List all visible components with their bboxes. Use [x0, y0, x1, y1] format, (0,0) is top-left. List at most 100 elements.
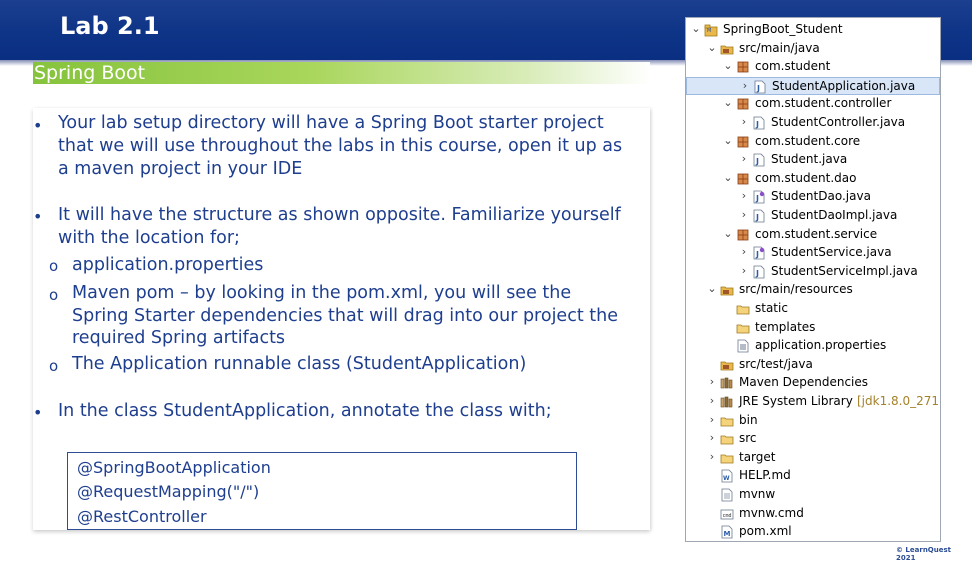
tree-row[interactable]: › Maven Dependencies — [686, 374, 940, 392]
tree-row[interactable]: ⌄ com.student.service — [686, 226, 940, 244]
tree-row[interactable]: W HELP.md — [686, 467, 940, 485]
tree-row[interactable]: mvnw — [686, 486, 940, 504]
tree-row-label: com.student — [755, 59, 831, 74]
chevron-right-icon[interactable]: › — [706, 413, 718, 426]
tree-row[interactable]: › target — [686, 449, 940, 467]
tree-row[interactable]: src/test/java — [686, 356, 940, 374]
chevron-right-icon[interactable]: › — [738, 189, 750, 202]
tree-row[interactable]: templates — [686, 319, 940, 337]
tree-row-label: com.student.service — [755, 226, 878, 241]
cmd-file-icon: cmd — [720, 507, 734, 521]
tree-row-label: StudentController.java — [771, 115, 906, 129]
tree-row-label: target — [739, 449, 776, 464]
tree-row[interactable]: › J StudentServiceImpl.java — [686, 263, 940, 281]
sub-bullet-marker: o — [49, 357, 59, 375]
tree-row[interactable]: ⌄ src/main/java — [686, 40, 940, 58]
tree-row[interactable]: › J StudentApplication.java — [686, 76, 940, 95]
code-line: @RestController — [77, 507, 207, 526]
library-icon — [720, 395, 734, 409]
tree-row[interactable]: ⌄ com.student.controller — [686, 95, 940, 113]
tree-row-label: src/main/resources — [739, 282, 853, 297]
library-icon — [720, 376, 734, 390]
svg-text:J: J — [755, 194, 759, 203]
chevron-right-icon[interactable]: › — [738, 208, 750, 221]
annotation-code-box: @SpringBootApplication @RequestMapping("… — [67, 452, 577, 530]
tree-row-label: src/main/java — [739, 40, 820, 55]
chevron-right-icon[interactable]: › — [739, 79, 751, 92]
tree-row[interactable]: cmd mvnw.cmd — [686, 505, 940, 523]
tree-row[interactable]: › J StudentController.java — [686, 114, 940, 132]
tree-row[interactable]: › src — [686, 430, 940, 448]
tree-row[interactable]: › J StudentService.java — [686, 244, 940, 262]
sub-bullet-marker: o — [49, 286, 59, 304]
tree-row-label: StudentApplication.java — [772, 78, 916, 93]
folder-icon — [720, 432, 734, 446]
chevron-right-icon[interactable]: › — [706, 431, 718, 444]
chevron-down-icon[interactable]: ⌄ — [722, 96, 734, 109]
tree-row[interactable]: › JRE System Library [jdk1.8.0_271] — [686, 393, 940, 411]
tree-row-label: Student.java — [771, 152, 848, 167]
tree-row-label: StudentServiceImpl.java — [771, 263, 918, 278]
bullet-2-line-2: with the location for; — [58, 228, 240, 248]
tree-row[interactable]: Mpom.xml — [686, 523, 940, 541]
tree-row-label: com.student.core — [755, 133, 861, 148]
tree-row[interactable]: ⌄ M SpringBoot_Student — [686, 21, 940, 39]
chevron-down-icon[interactable]: ⌄ — [722, 227, 734, 240]
package-icon — [736, 97, 750, 111]
sub-bullet-1: application.properties — [72, 255, 264, 275]
tree-row[interactable]: ⌄ com.student.dao — [686, 170, 940, 188]
chevron-right-icon[interactable]: › — [738, 264, 750, 277]
tree-row[interactable]: application.properties — [686, 337, 940, 355]
project-explorer-tree[interactable]: ⌄ M SpringBoot_Student ⌄ src/main/java ⌄ com.s… — [685, 17, 941, 542]
chevron-right-icon[interactable]: › — [738, 245, 750, 258]
folder-icon — [720, 414, 734, 428]
tree-row[interactable]: ⌄ com.student.core — [686, 133, 940, 151]
tree-row-label: static — [755, 301, 788, 315]
tree-row[interactable]: › J StudentDaoImpl.java — [686, 207, 940, 225]
bullet-1-line-2: that we will use throughout the labs in … — [58, 136, 623, 156]
tree-row-label: com.student.controller — [755, 96, 892, 111]
tree-row[interactable]: › J StudentDao.java — [686, 188, 940, 206]
chevron-right-icon[interactable]: › — [706, 394, 718, 407]
chevron-right-icon[interactable]: › — [738, 152, 750, 165]
tree-row[interactable]: › bin — [686, 412, 940, 430]
chevron-right-icon[interactable]: › — [706, 450, 718, 463]
tree-row[interactable]: ⌄ src/main/resources — [686, 281, 940, 299]
bullet-3-line-1: In the class StudentApplication, annotat… — [58, 401, 552, 421]
tree-row[interactable]: ⌄ com.student — [686, 58, 940, 76]
tree-row-label: com.student.dao — [755, 170, 857, 185]
chevron-down-icon[interactable]: ⌄ — [722, 171, 734, 184]
java-file-icon: J — [752, 265, 766, 279]
tree-row-label: SpringBoot_Student — [723, 22, 843, 36]
project-icon: M — [704, 23, 718, 37]
chevron-down-icon[interactable]: ⌄ — [706, 41, 718, 54]
code-line: @RequestMapping("/") — [77, 482, 260, 501]
package-icon — [736, 172, 750, 186]
chevron-down-icon[interactable]: ⌄ — [706, 282, 718, 295]
folder-icon — [720, 451, 734, 465]
maven-pom-icon: M — [720, 525, 734, 539]
chevron-down-icon[interactable]: ⌄ — [722, 134, 734, 147]
markdown-file-icon: W — [720, 469, 734, 483]
svg-text:M: M — [707, 28, 711, 34]
bullet-dot: • — [33, 207, 43, 226]
svg-text:J: J — [755, 157, 759, 166]
chevron-down-icon[interactable]: ⌄ — [722, 59, 734, 72]
source-folder-icon — [720, 283, 734, 297]
svg-text:M: M — [724, 530, 731, 538]
tree-row[interactable]: static — [686, 300, 940, 318]
chevron-right-icon[interactable]: › — [738, 115, 750, 128]
tree-row-label: StudentDao.java — [771, 189, 871, 204]
chevron-down-icon[interactable]: ⌄ — [690, 22, 702, 35]
folder-icon — [736, 321, 750, 335]
bullet-2-line-1: It will have the structure as shown oppo… — [58, 205, 621, 225]
sub-bullet-3: The Application runnable class (StudentA… — [72, 354, 527, 374]
tree-row-label: pom.xml — [739, 524, 792, 539]
chevron-right-icon[interactable]: › — [706, 375, 718, 388]
package-icon — [736, 228, 750, 242]
sub-bullet-2-line-3: required Spring artifacts — [72, 328, 286, 348]
bullet-1-line-1: Your lab setup directory will have a Spr… — [58, 113, 604, 133]
bullet-dot: • — [33, 116, 43, 135]
svg-text:J: J — [755, 250, 759, 259]
tree-row[interactable]: › J Student.java — [686, 151, 940, 169]
